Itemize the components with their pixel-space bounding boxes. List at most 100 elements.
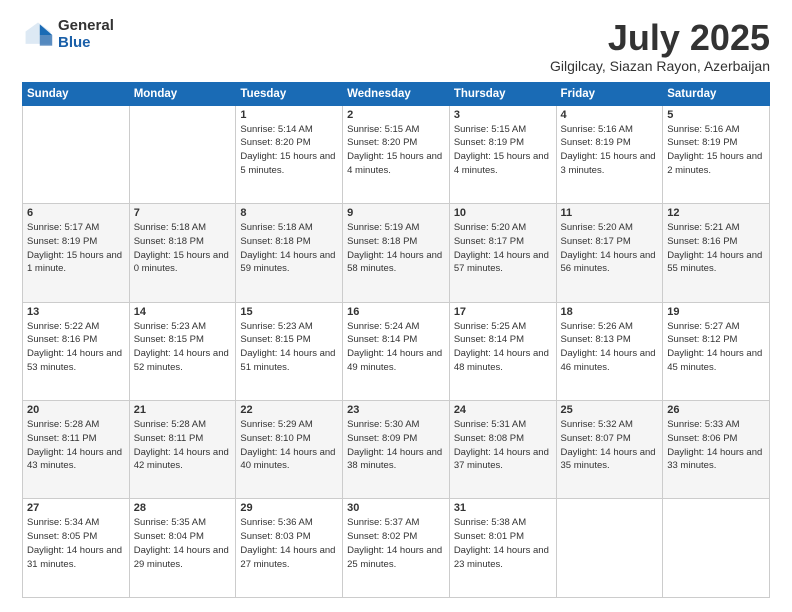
- day-number: 24: [454, 404, 552, 416]
- day-info-line: Sunset: 8:18 PM: [134, 235, 232, 249]
- logo-general: General: [58, 18, 114, 35]
- day-info-line: Daylight: 14 hours and 38 minutes.: [347, 446, 445, 474]
- title-block: July 2025 Gilgilcay, Siazan Rayon, Azerb…: [550, 18, 770, 74]
- day-info-line: Sunset: 8:12 PM: [667, 333, 765, 347]
- day-cell: [129, 105, 236, 203]
- page: General Blue July 2025 Gilgilcay, Siazan…: [0, 0, 792, 612]
- day-info-line: Sunrise: 5:30 AM: [347, 418, 445, 432]
- day-number: 13: [27, 306, 125, 318]
- day-info-line: Sunrise: 5:27 AM: [667, 320, 765, 334]
- day-number: 16: [347, 306, 445, 318]
- day-info-line: Sunrise: 5:18 AM: [134, 221, 232, 235]
- day-info-line: Daylight: 14 hours and 56 minutes.: [561, 249, 659, 277]
- weekday-header-saturday: Saturday: [663, 82, 770, 105]
- day-info: Sunrise: 5:16 AMSunset: 8:19 PMDaylight:…: [667, 123, 765, 178]
- day-cell: 3Sunrise: 5:15 AMSunset: 8:19 PMDaylight…: [449, 105, 556, 203]
- day-info-line: Sunrise: 5:24 AM: [347, 320, 445, 334]
- day-info-line: Sunset: 8:20 PM: [347, 136, 445, 150]
- day-info: Sunrise: 5:34 AMSunset: 8:05 PMDaylight:…: [27, 516, 125, 571]
- day-cell: 20Sunrise: 5:28 AMSunset: 8:11 PMDayligh…: [23, 401, 130, 499]
- day-info-line: Sunset: 8:19 PM: [667, 136, 765, 150]
- day-number: 17: [454, 306, 552, 318]
- day-number: 11: [561, 207, 659, 219]
- main-title: July 2025: [550, 18, 770, 58]
- day-number: 14: [134, 306, 232, 318]
- header: General Blue July 2025 Gilgilcay, Siazan…: [22, 18, 770, 74]
- day-cell: 18Sunrise: 5:26 AMSunset: 8:13 PMDayligh…: [556, 302, 663, 400]
- day-info-line: Sunset: 8:18 PM: [240, 235, 338, 249]
- day-info-line: Sunrise: 5:16 AM: [667, 123, 765, 137]
- day-info-line: Sunset: 8:02 PM: [347, 530, 445, 544]
- weekday-header-monday: Monday: [129, 82, 236, 105]
- day-info: Sunrise: 5:20 AMSunset: 8:17 PMDaylight:…: [561, 221, 659, 276]
- day-cell: 29Sunrise: 5:36 AMSunset: 8:03 PMDayligh…: [236, 499, 343, 598]
- day-info-line: Sunrise: 5:22 AM: [27, 320, 125, 334]
- day-info-line: Daylight: 14 hours and 55 minutes.: [667, 249, 765, 277]
- day-cell: 25Sunrise: 5:32 AMSunset: 8:07 PMDayligh…: [556, 401, 663, 499]
- day-info-line: Daylight: 15 hours and 4 minutes.: [347, 150, 445, 178]
- day-cell: 6Sunrise: 5:17 AMSunset: 8:19 PMDaylight…: [23, 204, 130, 302]
- day-info-line: Sunrise: 5:35 AM: [134, 516, 232, 530]
- day-number: 19: [667, 306, 765, 318]
- day-info-line: Daylight: 15 hours and 1 minute.: [27, 249, 125, 277]
- day-info-line: Daylight: 14 hours and 59 minutes.: [240, 249, 338, 277]
- day-info-line: Sunset: 8:08 PM: [454, 432, 552, 446]
- day-cell: 8 Sunrise: 5:18 AMSunset: 8:18 PMDaylight…: [236, 204, 343, 302]
- day-info-line: Daylight: 14 hours and 51 minutes.: [240, 347, 338, 375]
- day-info-line: Sunset: 8:17 PM: [561, 235, 659, 249]
- day-number: 27: [27, 502, 125, 514]
- day-info-line: Sunrise: 5:17 AM: [27, 221, 125, 235]
- day-cell: 21Sunrise: 5:28 AMSunset: 8:11 PMDayligh…: [129, 401, 236, 499]
- day-info-line: Sunrise: 5:29 AM: [240, 418, 338, 432]
- day-cell: 2Sunrise: 5:15 AMSunset: 8:20 PMDaylight…: [343, 105, 450, 203]
- day-info-line: Sunrise: 5:20 AM: [561, 221, 659, 235]
- day-info-line: Sunset: 8:18 PM: [347, 235, 445, 249]
- day-number: 28: [134, 502, 232, 514]
- day-cell: 7Sunrise: 5:18 AMSunset: 8:18 PMDaylight…: [129, 204, 236, 302]
- day-info-line: Sunrise: 5:23 AM: [240, 320, 338, 334]
- day-info-line: Daylight: 15 hours and 0 minutes.: [134, 249, 232, 277]
- day-info-line: Daylight: 15 hours and 2 minutes.: [667, 150, 765, 178]
- day-info-line: Sunset: 8:19 PM: [561, 136, 659, 150]
- day-info-line: Sunset: 8:01 PM: [454, 530, 552, 544]
- day-number: 29: [240, 502, 338, 514]
- day-info-line: Daylight: 14 hours and 29 minutes.: [134, 544, 232, 572]
- day-cell: 27 Sunrise: 5:34 AMSunset: 8:05 PMDayligh…: [23, 499, 130, 598]
- day-info-line: Daylight: 14 hours and 23 minutes.: [454, 544, 552, 572]
- day-info-line: Sunrise: 5:33 AM: [667, 418, 765, 432]
- day-info-line: Daylight: 14 hours and 40 minutes.: [240, 446, 338, 474]
- day-cell: 17Sunrise: 5:25 AMSunset: 8:14 PMDayligh…: [449, 302, 556, 400]
- day-number: 8: [240, 207, 338, 219]
- day-info-line: Sunrise: 5:34 AM: [27, 516, 125, 530]
- day-info-line: Daylight: 14 hours and 57 minutes.: [454, 249, 552, 277]
- day-info: Sunrise: 5:27 AMSunset: 8:12 PMDaylight:…: [667, 320, 765, 375]
- day-number: 21: [134, 404, 232, 416]
- day-cell: 24Sunrise: 5:31 AMSunset: 8:08 PMDayligh…: [449, 401, 556, 499]
- day-info-line: Sunrise: 5:16 AM: [561, 123, 659, 137]
- day-info-line: Daylight: 14 hours and 48 minutes.: [454, 347, 552, 375]
- day-cell: 5Sunrise: 5:16 AMSunset: 8:19 PMDaylight…: [663, 105, 770, 203]
- day-info-line: Sunset: 8:15 PM: [240, 333, 338, 347]
- day-info-line: Sunrise: 5:32 AM: [561, 418, 659, 432]
- day-info-line: Sunset: 8:19 PM: [454, 136, 552, 150]
- day-info-line: Daylight: 14 hours and 49 minutes.: [347, 347, 445, 375]
- day-info-line: Sunset: 8:17 PM: [454, 235, 552, 249]
- day-cell: 15Sunrise: 5:23 AMSunset: 8:15 PMDayligh…: [236, 302, 343, 400]
- day-info-line: Daylight: 14 hours and 25 minutes.: [347, 544, 445, 572]
- day-info-line: Daylight: 14 hours and 31 minutes.: [27, 544, 125, 572]
- day-info-line: Sunrise: 5:25 AM: [454, 320, 552, 334]
- day-info: Sunrise: 5:17 AMSunset: 8:19 PMDaylight:…: [27, 221, 125, 276]
- day-info: Sunrise: 5:35 AMSunset: 8:04 PMDaylight:…: [134, 516, 232, 571]
- logo: General Blue: [22, 18, 114, 51]
- day-info: Sunrise: 5:30 AMSunset: 8:09 PMDaylight:…: [347, 418, 445, 473]
- day-number: 23: [347, 404, 445, 416]
- day-cell: 23 Sunrise: 5:30 AMSunset: 8:09 PMDayligh…: [343, 401, 450, 499]
- day-info-line: Sunrise: 5:36 AM: [240, 516, 338, 530]
- day-info-line: Sunset: 8:15 PM: [134, 333, 232, 347]
- day-number: 25: [561, 404, 659, 416]
- day-info: Sunrise: 5:38 AMSunset: 8:01 PMDaylight:…: [454, 516, 552, 571]
- day-cell: [23, 105, 130, 203]
- day-number: 3: [454, 109, 552, 121]
- day-info: Sunrise: 5:18 AMSunset: 8:18 PMDaylight:…: [240, 221, 338, 276]
- day-info-line: Sunset: 8:19 PM: [27, 235, 125, 249]
